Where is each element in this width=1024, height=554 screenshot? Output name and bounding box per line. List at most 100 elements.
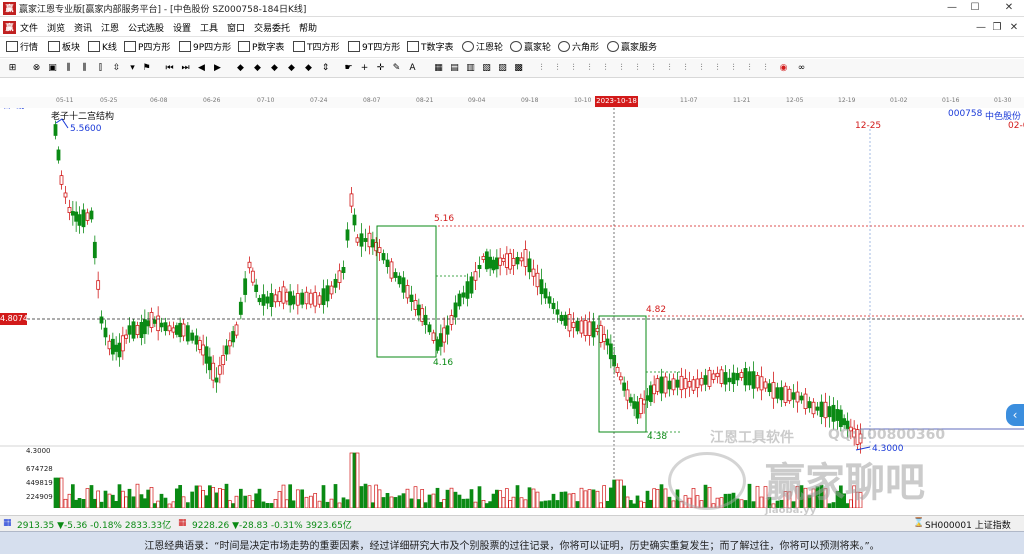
candle — [842, 418, 847, 426]
crosshair-icon[interactable]: + — [358, 62, 371, 75]
flag-icon[interactable]: ⚑ — [140, 62, 153, 75]
volume-bar — [377, 489, 382, 508]
close-button[interactable]: ✕ — [994, 0, 1024, 17]
menu-settings[interactable]: 设置 — [173, 21, 191, 34]
k-style-1-icon[interactable]: ⫶ — [535, 62, 548, 75]
candle — [783, 385, 788, 403]
diamond-1-icon[interactable]: ◆ — [234, 62, 247, 75]
first-icon[interactable]: ⏮ — [163, 62, 176, 75]
toolbar-t-table-button[interactable]: T数字表 — [407, 41, 454, 55]
k-style-2-icon[interactable]: ⫶ — [551, 62, 564, 75]
k-style-11-icon[interactable]: ⫶ — [695, 62, 708, 75]
infinity-icon[interactable]: ∞ — [795, 62, 808, 75]
volume-bar — [288, 484, 293, 508]
candle-icon — [88, 41, 100, 52]
multi-window-icon[interactable]: ▩ — [512, 62, 525, 75]
side-expand-button[interactable]: ‹ — [1006, 404, 1024, 426]
candle — [628, 397, 633, 403]
bars-icon[interactable]: ⫼ — [62, 62, 75, 75]
toolbar-kline-button[interactable]: K线 — [88, 41, 117, 55]
arrow-cross-icon[interactable]: ✛ — [374, 62, 387, 75]
grid-view-icon[interactable]: ▦ — [432, 62, 445, 75]
volume-bar — [498, 490, 503, 508]
k-style-13-icon[interactable]: ⫶ — [727, 62, 740, 75]
k-style-5-icon[interactable]: ⫶ — [599, 62, 612, 75]
save-icon[interactable]: ▤ — [448, 62, 461, 75]
diamond-5-icon[interactable]: ◆ — [302, 62, 315, 75]
menu-window[interactable]: 窗口 — [227, 21, 245, 34]
color-wheel-icon[interactable]: ◉ — [777, 62, 790, 75]
candle — [445, 325, 450, 335]
next-icon[interactable]: ▶ — [211, 62, 224, 75]
candle — [449, 315, 454, 325]
bars-alt-icon[interactable]: ⫼ — [78, 62, 91, 75]
index-icon: ⌛ — [913, 518, 925, 528]
k-style-4-icon[interactable]: ⫶ — [583, 62, 596, 75]
toolbar-winner-wheel-button[interactable]: 赢家轮 — [510, 41, 551, 55]
candle — [89, 210, 94, 220]
index-selector[interactable]: SH000001 上证指数 — [925, 518, 1011, 531]
menu-gann[interactable]: 江恩 — [101, 21, 119, 34]
k-style-14-icon[interactable]: ⫶ — [743, 62, 756, 75]
menu-file[interactable]: 文件 — [20, 21, 38, 34]
volume-bar — [409, 498, 414, 508]
menu-trade[interactable]: 交易委托 — [254, 21, 290, 34]
volume-bar — [477, 486, 482, 508]
volume-bar — [469, 489, 474, 508]
last-icon[interactable]: ⏭ — [179, 62, 192, 75]
k-style-8-icon[interactable]: ⫶ — [647, 62, 660, 75]
step-icon[interactable]: ⫿ — [94, 62, 107, 75]
menu-help[interactable]: 帮助 — [299, 21, 317, 34]
k-style-15-icon[interactable]: ⫶ — [759, 62, 772, 75]
candle — [341, 267, 346, 273]
hand-icon[interactable]: ☛ — [342, 62, 355, 75]
toolbar-p-square-button[interactable]: P四方形 — [124, 41, 170, 55]
toolbar-hexagon-button[interactable]: 六角形 — [558, 41, 599, 55]
volume-bar — [367, 485, 372, 508]
candle — [257, 297, 262, 303]
k-style-6-icon[interactable]: ⫶ — [615, 62, 628, 75]
image-icon[interactable]: ▣ — [46, 62, 59, 75]
pen-icon[interactable]: ✎ — [390, 62, 403, 75]
candle — [567, 314, 572, 332]
sh-index-quote[interactable]: 2913.35 ▼-5.36 -0.18% 2833.33亿 — [17, 518, 171, 531]
toolbar-9p-square-button[interactable]: 9P四方形 — [179, 41, 231, 55]
kline-chart[interactable] — [0, 108, 1024, 508]
k-style-9-icon[interactable]: ⫶ — [663, 62, 676, 75]
toolbar-t-square-button[interactable]: T四方形 — [293, 41, 340, 55]
toolbar-p-table-button[interactable]: P数字表 — [238, 41, 284, 55]
k-style-7-icon[interactable]: ⫶ — [631, 62, 644, 75]
copy-icon[interactable]: ▥ — [464, 62, 477, 75]
prev-icon[interactable]: ◀ — [195, 62, 208, 75]
candle — [675, 379, 680, 388]
text-icon[interactable]: A — [406, 62, 419, 75]
sz-index-quote[interactable]: 9228.26 ▼-28.83 -0.31% 3923.65亿 — [192, 518, 352, 531]
mdi-close-button[interactable]: ✕ — [1000, 19, 1024, 36]
column-icon[interactable]: ⇳ — [110, 62, 123, 75]
k-style-10-icon[interactable]: ⫶ — [679, 62, 692, 75]
candle — [420, 308, 425, 322]
k-style-3-icon[interactable]: ⫶ — [567, 62, 580, 75]
diamond-3-icon[interactable]: ◆ — [268, 62, 281, 75]
toolbar-sector-button[interactable]: 板块 — [48, 41, 80, 55]
print-icon[interactable]: ▧ — [480, 62, 493, 75]
candle — [519, 257, 524, 262]
volume-bar — [551, 493, 556, 508]
window-icon[interactable]: ▨ — [496, 62, 509, 75]
menu-browse[interactable]: 浏览 — [47, 21, 65, 34]
menu-info[interactable]: 资讯 — [74, 21, 92, 34]
layout-icon[interactable]: ⊞ — [6, 62, 19, 75]
k-style-12-icon[interactable]: ⫶ — [711, 62, 724, 75]
toolbar-gann-wheel-button[interactable]: 江恩轮 — [462, 41, 503, 55]
gann-fan-icon[interactable]: ⊗ — [30, 62, 43, 75]
menu-formula[interactable]: 公式选股 — [128, 21, 164, 34]
toolbar-quote-button[interactable]: 行情 — [6, 41, 38, 55]
menu-tools[interactable]: 工具 — [200, 21, 218, 34]
dropdown-icon[interactable]: ▾ — [126, 62, 139, 75]
toolbar-service-button[interactable]: 赢家服务 — [607, 41, 657, 55]
toolbar-9t-square-button[interactable]: 9T四方形 — [348, 41, 400, 55]
maximize-button[interactable]: ☐ — [960, 0, 990, 17]
diamond-4-icon[interactable]: ◆ — [285, 62, 298, 75]
diamond-2-icon[interactable]: ◆ — [251, 62, 264, 75]
double-arrow-icon[interactable]: ⇕ — [319, 62, 332, 75]
